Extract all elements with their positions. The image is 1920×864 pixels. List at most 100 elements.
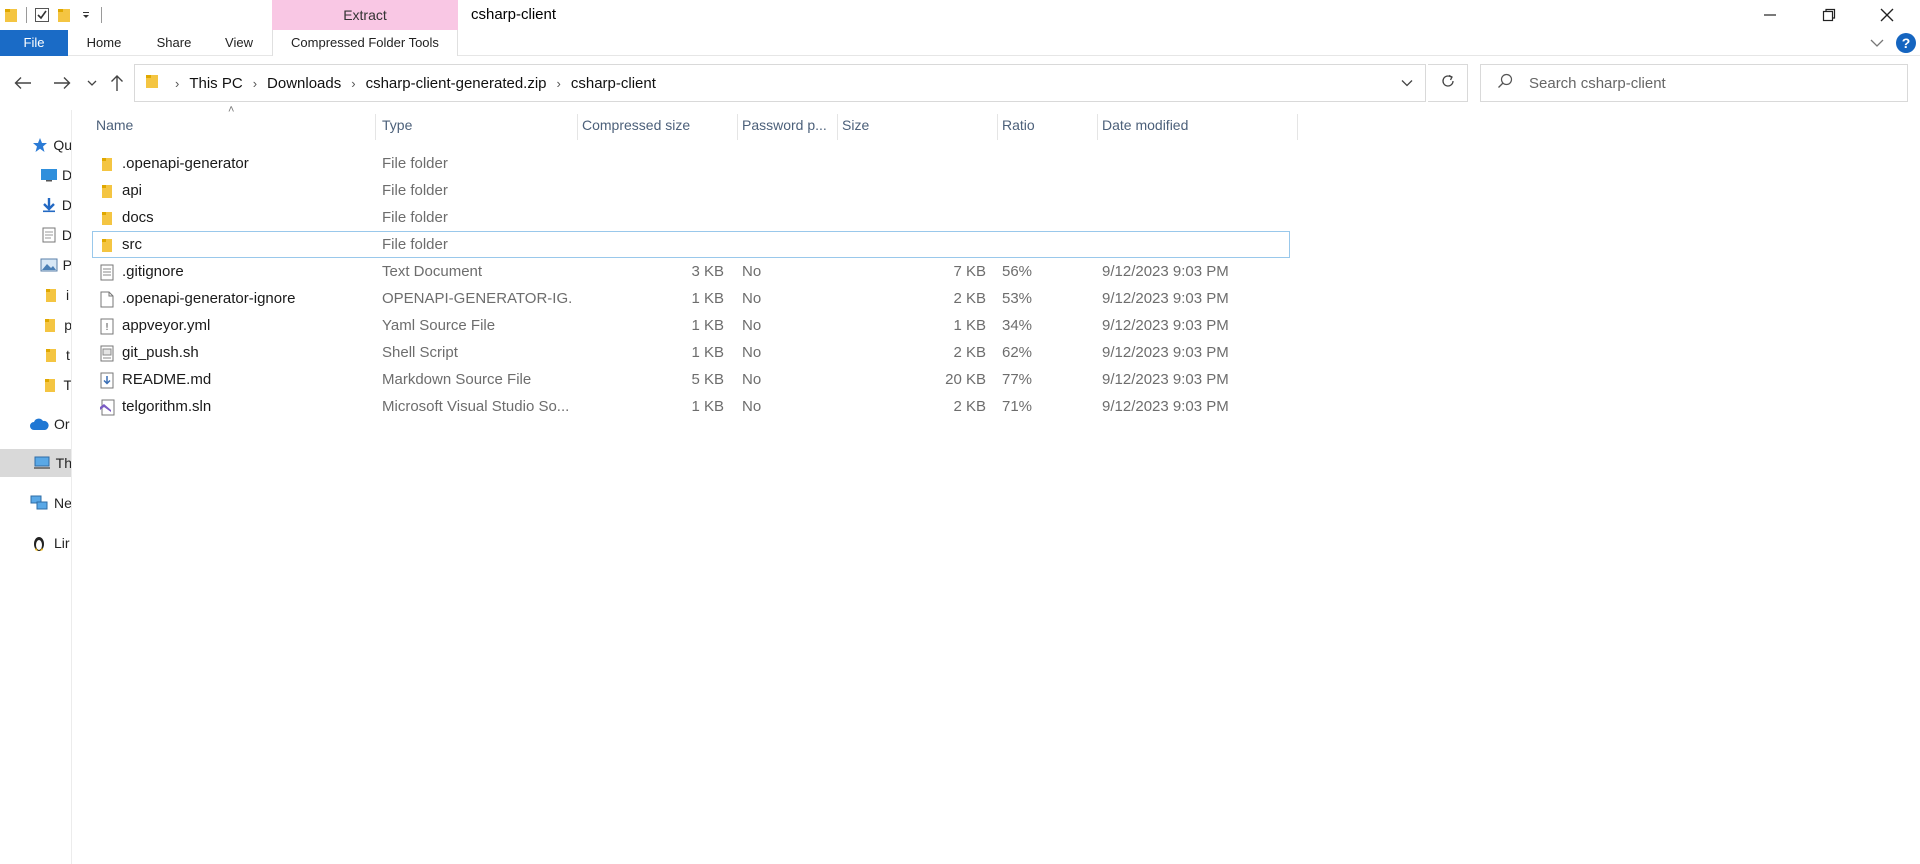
folder-icon [40,344,62,366]
nav-network[interactable]: Ne [0,489,71,517]
ribbon-tab-bar: File Home Share View Compressed Folder T… [0,30,1920,56]
column-header-ratio[interactable]: Ratio [998,110,1098,140]
table-row[interactable]: ! appveyor.yml Yaml Source File 1 KB No … [92,312,1290,339]
file-ratio: 71% [1002,398,1033,415]
tab-view[interactable]: View [216,30,262,56]
file-ratio: 77% [1002,371,1033,388]
script-file-icon [98,343,116,363]
navigation-pane: Qu D D D P i p t T Or Th Ne Lir [0,110,72,864]
breadcrumb-separator-icon[interactable]: › [557,76,561,91]
table-row[interactable]: docs File folder [92,204,1290,231]
breadcrumb-this-pc[interactable]: This PC [189,75,242,92]
refresh-button[interactable] [1428,64,1468,102]
help-icon[interactable]: ? [1896,33,1916,53]
file-date-modified: 9/12/2023 9:03 PM [1102,317,1229,334]
nav-onedrive[interactable]: Or [0,410,71,438]
folder-icon [40,284,62,306]
blank-file-icon [98,289,116,309]
folder-icon [98,208,116,228]
yaml-file-icon: ! [98,316,116,336]
nav-linux[interactable]: Lir [0,529,71,557]
tab-file[interactable]: File [0,30,68,56]
breadcrumb-separator-icon[interactable]: › [175,76,179,91]
expand-ribbon-chevron-icon[interactable] [1870,35,1884,52]
nav-downloads[interactable]: D [0,191,71,219]
file-name: git_push.sh [122,344,199,361]
nav-this-pc[interactable]: Th [0,449,71,477]
minimize-button[interactable] [1741,0,1799,30]
table-row[interactable]: telgorithm.sln Microsoft Visual Studio S… [92,393,1290,420]
nav-documents[interactable]: D [0,221,71,249]
customize-toolbar-dropdown-icon[interactable] [75,0,97,30]
table-row[interactable]: src File folder [92,231,1290,258]
properties-checkbox-icon[interactable] [31,0,53,30]
breadcrumb-current-folder[interactable]: csharp-client [571,75,656,92]
nav-folder-p[interactable]: p [0,311,71,339]
file-compressed-size: 5 KB [691,371,724,388]
cloud-icon [28,413,50,435]
nav-quick-access[interactable]: Qu [0,131,71,159]
file-name: .openapi-generator [122,155,249,172]
visual-studio-solution-icon [98,397,116,417]
tab-share[interactable]: Share [148,30,200,56]
nav-folder-i[interactable]: i [0,281,71,309]
column-header-size[interactable]: Size [838,110,998,140]
folder-icon [98,181,116,201]
nav-pictures[interactable]: P [0,251,71,279]
new-folder-icon[interactable] [53,0,75,30]
file-type: File folder [382,236,448,253]
document-icon [40,224,58,246]
table-row[interactable]: README.md Markdown Source File 5 KB No 2… [92,366,1290,393]
search-box[interactable] [1480,64,1908,102]
table-row[interactable]: .openapi-generator-ignore OPENAPI-GENERA… [92,285,1290,312]
markdown-file-icon [98,370,116,390]
file-name: .gitignore [122,263,184,280]
pictures-icon [40,254,59,276]
column-header-compressed-size[interactable]: Compressed size [578,110,738,140]
address-history-dropdown-icon[interactable] [1389,65,1425,101]
table-row[interactable]: api File folder [92,177,1290,204]
table-row[interactable]: .gitignore Text Document 3 KB No 7 KB 56… [92,258,1290,285]
file-password: No [742,317,762,334]
breadcrumb-zip[interactable]: csharp-client-generated.zip [366,75,547,92]
breadcrumb-separator-icon[interactable]: › [253,76,257,91]
file-password: No [742,263,762,280]
tab-home[interactable]: Home [78,30,130,56]
column-header-type[interactable]: Type [378,110,578,140]
back-arrow-icon[interactable] [8,62,38,104]
file-password: No [742,344,762,361]
file-compressed-size: 1 KB [691,344,724,361]
window-title: csharp-client [471,6,557,23]
forward-arrow-icon[interactable] [47,62,77,104]
file-name: docs [122,209,154,226]
recent-locations-chevron-icon[interactable] [84,62,100,104]
column-header-name[interactable]: Name [92,110,376,140]
close-button[interactable] [1858,0,1916,30]
breadcrumb-separator-icon[interactable]: › [351,76,355,91]
file-date-modified: 9/12/2023 9:03 PM [1102,290,1229,307]
svg-text:!: ! [105,322,109,333]
file-size: 2 KB [953,290,986,307]
column-header-password[interactable]: Password p... [738,110,838,140]
file-type: Shell Script [382,344,458,361]
folder-icon [145,73,159,93]
tab-compressed-folder-tools[interactable]: Compressed Folder Tools [272,30,458,56]
file-date-modified: 9/12/2023 9:03 PM [1102,263,1229,280]
title-bar: Extract csharp-client [0,0,1920,30]
address-bar[interactable]: › This PC › Downloads › csharp-client-ge… [134,64,1426,102]
up-arrow-icon[interactable] [104,62,130,104]
restore-button[interactable] [1800,0,1858,30]
table-row[interactable]: .openapi-generator File folder [92,150,1290,177]
breadcrumb-downloads[interactable]: Downloads [267,75,341,92]
search-icon [1497,73,1513,93]
column-header-date-modified[interactable]: Date modified [1098,110,1298,140]
nav-folder-t[interactable]: t [0,341,71,369]
file-ratio: 56% [1002,263,1033,280]
nav-folder-T[interactable]: T [0,371,71,399]
file-date-modified: 9/12/2023 9:03 PM [1102,371,1229,388]
search-input[interactable] [1529,74,1869,92]
table-row[interactable]: git_push.sh Shell Script 1 KB No 2 KB 62… [92,339,1290,366]
file-name: appveyor.yml [122,317,211,334]
nav-desktop[interactable]: D [0,161,71,189]
file-password: No [742,290,762,307]
